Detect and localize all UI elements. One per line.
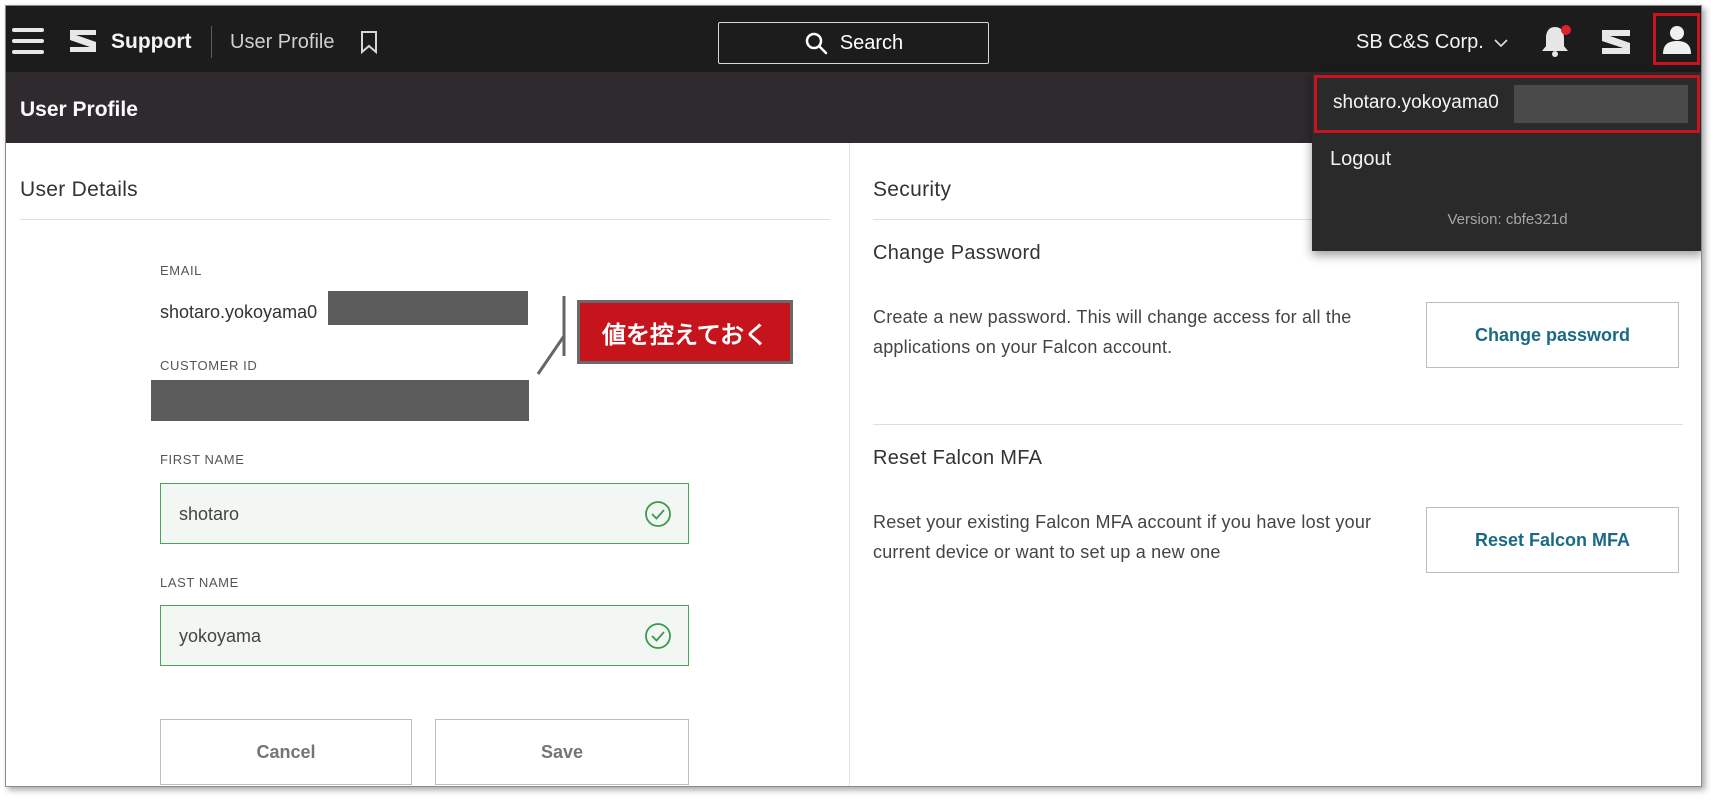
search-button[interactable]: Search [718,22,989,64]
user-details-divider [20,219,830,220]
email-redaction [328,291,528,325]
reset-mfa-button[interactable]: Reset Falcon MFA [1426,507,1679,573]
org-name: SB C&S Corp. [1356,31,1484,53]
logo-icon[interactable] [66,26,100,56]
user-menu-button[interactable] [1653,13,1700,65]
user-details-heading: User Details [20,178,138,201]
first-name-label: FIRST NAME [160,452,245,467]
breadcrumb: User Profile [230,31,335,53]
check-icon [645,501,671,527]
email-value: shotaro.yokoyama0 [160,302,318,322]
security-heading: Security [873,178,952,201]
email-label: EMAIL [160,263,203,278]
page-title: User Profile [20,98,138,121]
search-icon [805,32,828,55]
menu-icon[interactable] [12,28,44,54]
apps-icon[interactable] [1598,27,1634,57]
username-redaction [1514,85,1688,123]
version-text: Version: cbfe321d [1447,211,1568,228]
change-password-button[interactable]: Change password [1426,302,1679,368]
reset-mfa-title: Reset Falcon MFA [873,447,1043,469]
reset-mfa-description: Reset your existing Falcon MFA account i… [873,512,1372,562]
user-icon [1662,26,1691,54]
last-name-label: LAST NAME [160,575,239,590]
save-button[interactable]: Save [435,719,689,785]
security-section-divider [873,424,1683,425]
top-nav: Support User Profile Search SB C&S Corp. [6,6,1701,72]
nav-divider [211,26,212,58]
notification-badge [1561,25,1571,35]
change-password-description: Create a new password. This will change … [873,307,1352,357]
brand-label[interactable]: Support [111,30,191,54]
callout-pointer [536,296,566,375]
org-selector[interactable]: SB C&S Corp. [1356,31,1508,54]
last-name-value: yokoyama [179,626,262,646]
search-label: Search [839,31,904,54]
first-name-field[interactable]: shotaro [160,483,689,544]
dropdown-username: shotaro.yokoyama0 [1333,92,1499,113]
panel-divider [849,143,850,786]
dropdown-username-item[interactable]: shotaro.yokoyama0 [1314,75,1700,133]
logout-menu-item[interactable]: Logout [1330,148,1391,171]
customer-id-label: CUSTOMER ID [160,358,258,373]
cancel-button[interactable]: Cancel [160,719,412,785]
chevron-down-icon [1494,38,1508,47]
annotation-callout: 値を控えておく [577,300,793,364]
change-password-title: Change Password [873,242,1041,264]
customer-id-redaction [151,380,529,421]
last-name-field[interactable]: yokoyama [160,605,689,666]
first-name-value: shotaro [179,504,240,524]
bookmark-icon[interactable] [360,30,378,54]
app-window: Support User Profile Search SB C&S Corp. [5,5,1702,787]
check-icon [645,623,671,649]
